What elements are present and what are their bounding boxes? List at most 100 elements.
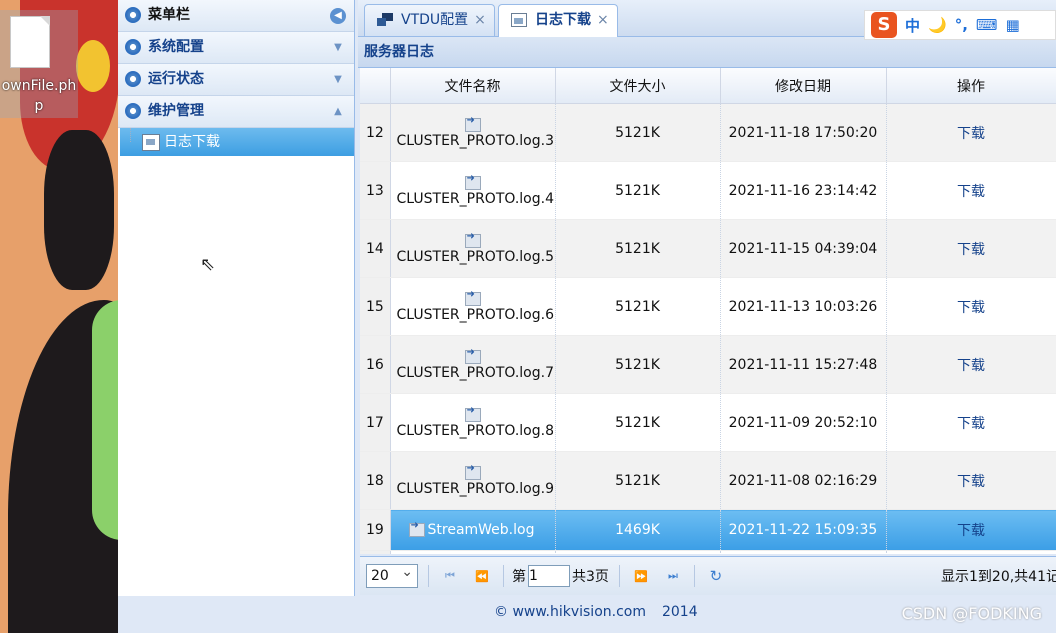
filesize: 5121K: [555, 103, 721, 162]
row-number: 13: [360, 161, 391, 220]
header-rownum: [360, 68, 391, 104]
file-icon: [464, 231, 481, 248]
chevron-up-icon[interactable]: ▲: [332, 106, 344, 118]
sidebar-section-run-status[interactable]: 运行状态 ▼: [118, 64, 354, 96]
desktop-file-label: ownFile.ph p: [1, 78, 77, 114]
copyright-link[interactable]: © www.hikvision.com: [494, 604, 646, 620]
image-icon: [142, 134, 160, 151]
ime-mode[interactable]: 中: [905, 15, 920, 36]
row-number: 14: [360, 219, 391, 278]
filesize: 5121K: [555, 161, 721, 220]
table-row[interactable]: 19StreamWeb.log1469K2021-11-22 15:09:35下…: [360, 509, 1056, 551]
filename-cell: CLUSTER_PROTO.log.7: [390, 335, 556, 394]
app-window: 菜单栏 ◀ 系统配置 ▼ 运行状态 ▼ 维护管理 ▲ 日志下载 ⇖ VTDU配置…: [118, 0, 1056, 633]
separator: [693, 565, 695, 587]
filesize: 771K: [555, 550, 721, 554]
table-row[interactable]: 20default.log771K2021-08-13 09:34:26下载: [360, 550, 1056, 554]
separator: [428, 565, 429, 587]
chevron-down-icon[interactable]: ▼: [332, 42, 344, 54]
download-cell: 下载: [886, 219, 1056, 278]
filesize: 5121K: [555, 335, 721, 394]
tree-connector: [130, 128, 132, 142]
tab-log-download[interactable]: 日志下载 ×: [498, 4, 618, 37]
download-cell: 下载: [886, 277, 1056, 336]
filesize: 5121K: [555, 451, 721, 510]
header-action[interactable]: 操作: [886, 68, 1056, 104]
sidebar: 菜单栏 ◀ 系统配置 ▼ 运行状态 ▼ 维护管理 ▲ 日志下载 ⇖: [118, 0, 355, 596]
gear-icon: [125, 39, 141, 55]
file-icon: [464, 289, 481, 306]
download-link[interactable]: 下载: [957, 416, 985, 432]
display-info: 显示1到20,共41记录: [941, 569, 1056, 585]
desktop-background: ownFile.ph p: [0, 0, 118, 633]
download-cell: 下载: [886, 451, 1056, 510]
grid-icon[interactable]: ▦: [1006, 16, 1020, 34]
file-icon: [464, 405, 481, 422]
download-link[interactable]: 下载: [957, 300, 985, 316]
keyboard-icon[interactable]: ⌨: [976, 16, 998, 34]
monitor-icon: [377, 13, 393, 26]
desktop-file[interactable]: ownFile.ph p: [0, 10, 78, 118]
close-icon[interactable]: ×: [597, 12, 609, 28]
modified-date: 2021-11-11 15:27:48: [720, 335, 887, 394]
page-size-select[interactable]: 20: [366, 561, 418, 588]
download-link[interactable]: 下载: [957, 126, 985, 142]
download-cell: 下载: [886, 550, 1056, 554]
table-row[interactable]: 15 CLUSTER_PROTO.log.65121K2021-11-13 10:…: [360, 277, 1056, 336]
filename: CLUSTER_PROTO.log.8: [396, 422, 554, 439]
download-cell: 下载: [886, 335, 1056, 394]
row-number: 12: [360, 103, 391, 162]
menu-header: 菜单栏 ◀: [118, 0, 354, 32]
table-row[interactable]: 17 CLUSTER_PROTO.log.85121K2021-11-09 20:…: [360, 393, 1056, 452]
row-number: 19: [360, 509, 391, 551]
sidebar-section-system-config[interactable]: 系统配置 ▼: [118, 32, 354, 64]
row-number: 18: [360, 451, 391, 510]
menu-icon: [125, 7, 141, 23]
row-number: 20: [360, 550, 391, 554]
tree-item-log-download[interactable]: 日志下载: [120, 128, 354, 156]
download-link[interactable]: 下载: [957, 474, 985, 490]
file-icon: [10, 16, 50, 68]
modified-date: 2021-11-22 15:09:35: [720, 509, 887, 551]
page-number-input[interactable]: 1: [528, 565, 570, 587]
modified-date: 2021-11-08 02:16:29: [720, 451, 887, 510]
first-page-icon[interactable]: ⏮: [439, 569, 461, 583]
table-row[interactable]: 14 CLUSTER_PROTO.log.55121K2021-11-15 04:…: [360, 219, 1056, 278]
wallpaper-shape: [44, 130, 114, 290]
row-number: 16: [360, 335, 391, 394]
download-link[interactable]: 下载: [957, 184, 985, 200]
tab-vtdu-config[interactable]: VTDU配置 ×: [364, 4, 495, 36]
download-link[interactable]: 下载: [957, 242, 985, 258]
refresh-icon[interactable]: ↻: [705, 567, 727, 585]
file-icon: [464, 347, 481, 364]
ime-toolbar[interactable]: S 中 🌙 °, ⌨ ▦: [864, 10, 1056, 40]
filename-cell: default.log: [390, 550, 556, 554]
table-row[interactable]: 16 CLUSTER_PROTO.log.75121K2021-11-11 15:…: [360, 335, 1056, 394]
modified-date: 2021-11-18 17:50:20: [720, 103, 887, 162]
header-filesize[interactable]: 文件大小: [555, 68, 721, 104]
table-row[interactable]: 13 CLUSTER_PROTO.log.45121K2021-11-16 23:…: [360, 161, 1056, 220]
collapse-left-icon[interactable]: ◀: [330, 8, 346, 24]
file-icon: [464, 115, 481, 132]
mouse-cursor-icon: ⇖: [200, 254, 216, 275]
next-page-icon[interactable]: ⏩: [630, 570, 652, 583]
download-link[interactable]: 下载: [957, 523, 985, 539]
moon-icon[interactable]: 🌙: [928, 16, 947, 34]
header-filename[interactable]: 文件名称: [390, 68, 556, 104]
chevron-down-icon[interactable]: ▼: [332, 74, 344, 86]
sidebar-section-maintenance[interactable]: 维护管理 ▲: [118, 96, 354, 128]
table-row[interactable]: 12 CLUSTER_PROTO.log.35121K2021-11-18 17:…: [360, 103, 1056, 162]
pagination-bar: 20 ⏮ ⏪ 第 1 共3页 ⏩ ⏭ ↻ 显示1到20,共41记录: [360, 556, 1056, 595]
table-row[interactable]: 18 CLUSTER_PROTO.log.95121K2021-11-08 02:…: [360, 451, 1056, 510]
close-icon[interactable]: ×: [474, 12, 486, 28]
last-page-icon[interactable]: ⏭: [662, 569, 684, 583]
prev-page-icon[interactable]: ⏪: [471, 570, 493, 583]
filesize: 5121K: [555, 219, 721, 278]
download-link[interactable]: 下载: [957, 358, 985, 374]
header-modified[interactable]: 修改日期: [720, 68, 887, 104]
watermark: CSDN @FODKING: [901, 604, 1042, 623]
tab-label: VTDU配置: [401, 12, 469, 28]
sogou-logo-icon[interactable]: S: [871, 12, 897, 38]
modified-date: 2021-11-16 23:14:42: [720, 161, 887, 220]
punctuation-icon[interactable]: °,: [955, 16, 968, 34]
